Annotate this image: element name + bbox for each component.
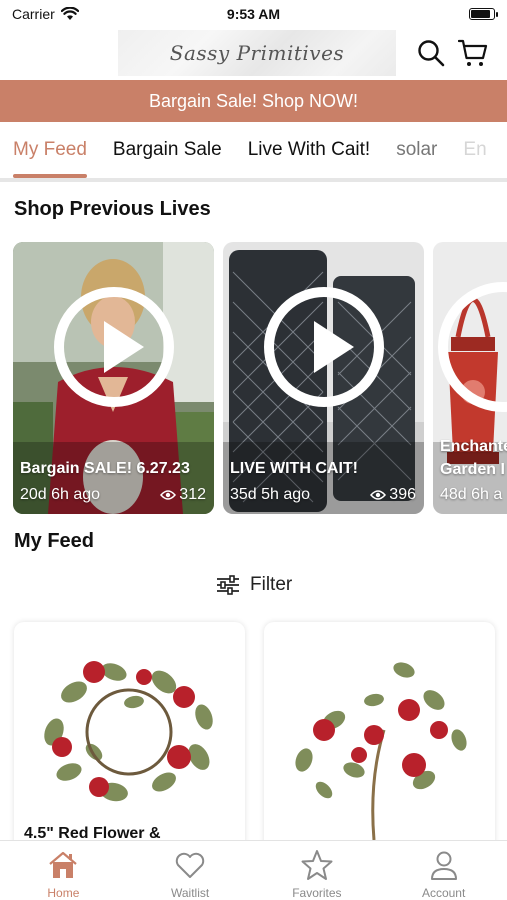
product-image xyxy=(295,662,467,841)
person-icon xyxy=(430,851,457,880)
live-title: Enchante xyxy=(440,438,507,455)
play-button-icon[interactable] xyxy=(263,287,384,407)
eye-icon xyxy=(160,490,177,500)
tab-my-feed[interactable]: My Feed xyxy=(0,122,100,178)
logo-text: Sassy Primitives xyxy=(169,41,345,65)
live-views: 396 xyxy=(370,486,416,504)
nav-favorites-label: Favorites xyxy=(292,886,342,900)
previous-lives-title: Shop Previous Lives xyxy=(14,198,211,220)
filter-sliders-icon xyxy=(217,575,239,595)
live-age: 35d 5h ago xyxy=(230,486,311,503)
live-age: 20d 6h ago xyxy=(20,486,101,503)
tabs-divider xyxy=(0,178,507,182)
nav-home-label: Home xyxy=(47,886,80,900)
nav-account[interactable]: Account xyxy=(380,841,507,900)
app-header: Sassy Primitives xyxy=(0,28,507,78)
heart-icon xyxy=(175,852,205,878)
live-title-line2: Garden I xyxy=(440,461,505,478)
feed-title: My Feed xyxy=(14,530,95,552)
live-meta: 20d 6h ago 312 xyxy=(20,486,206,504)
store-logo[interactable]: Sassy Primitives xyxy=(118,30,396,76)
live-card[interactable]: LIVE WITH CAIT! 35d 5h ago 396 xyxy=(223,242,424,514)
bottom-nav: Home Waitlist Favorites Account xyxy=(0,840,507,900)
cart-icon[interactable] xyxy=(458,38,488,68)
tab-live-with-cait[interactable]: Live With Cait! xyxy=(235,122,383,178)
tab-enchanted[interactable]: En xyxy=(450,122,499,178)
product-card[interactable] xyxy=(264,622,495,862)
tab-solar[interactable]: solar xyxy=(383,122,450,178)
home-icon xyxy=(49,851,78,878)
live-card[interactable]: Bargain SALE! 6.27.23 20d 6h ago 312 xyxy=(13,242,214,514)
live-title: Bargain SALE! 6.27.23 xyxy=(20,460,190,477)
eye-icon xyxy=(370,490,387,500)
filter-button[interactable]: Filter xyxy=(216,574,292,596)
nav-favorites[interactable]: Favorites xyxy=(254,841,381,900)
live-age: 48d 6h a xyxy=(440,486,503,503)
previous-lives-carousel[interactable]: Bargain SALE! 6.27.23 20d 6h ago 312 LIV… xyxy=(13,242,507,514)
nav-home[interactable]: Home xyxy=(0,841,127,900)
nav-account-label: Account xyxy=(421,886,466,900)
star-icon xyxy=(301,850,333,880)
product-image xyxy=(44,661,213,802)
play-button-icon[interactable] xyxy=(53,287,174,407)
status-time: 9:53 AM xyxy=(226,6,281,22)
live-meta: 48d 6h a xyxy=(440,486,507,504)
filter-label: Filter xyxy=(250,574,293,595)
live-meta: 35d 5h ago 396 xyxy=(230,486,416,504)
nav-waitlist-label: Waitlist xyxy=(171,886,210,900)
live-card[interactable]: Enchante Garden I 48d 6h a xyxy=(433,242,507,514)
live-views: 312 xyxy=(160,486,206,504)
product-card[interactable]: 4.5" Red Flower & xyxy=(14,622,245,862)
tab-bargain-sale[interactable]: Bargain Sale xyxy=(100,122,235,178)
live-title: LIVE WITH CAIT! xyxy=(230,460,358,477)
live-views-count: 312 xyxy=(179,486,206,503)
nav-waitlist[interactable]: Waitlist xyxy=(127,841,254,900)
category-tabs: My Feed Bargain Sale Live With Cait! sol… xyxy=(0,122,507,178)
search-icon[interactable] xyxy=(416,38,446,68)
sale-banner[interactable]: Bargain Sale! Shop NOW! xyxy=(0,80,507,122)
live-views-count: 396 xyxy=(389,486,416,503)
